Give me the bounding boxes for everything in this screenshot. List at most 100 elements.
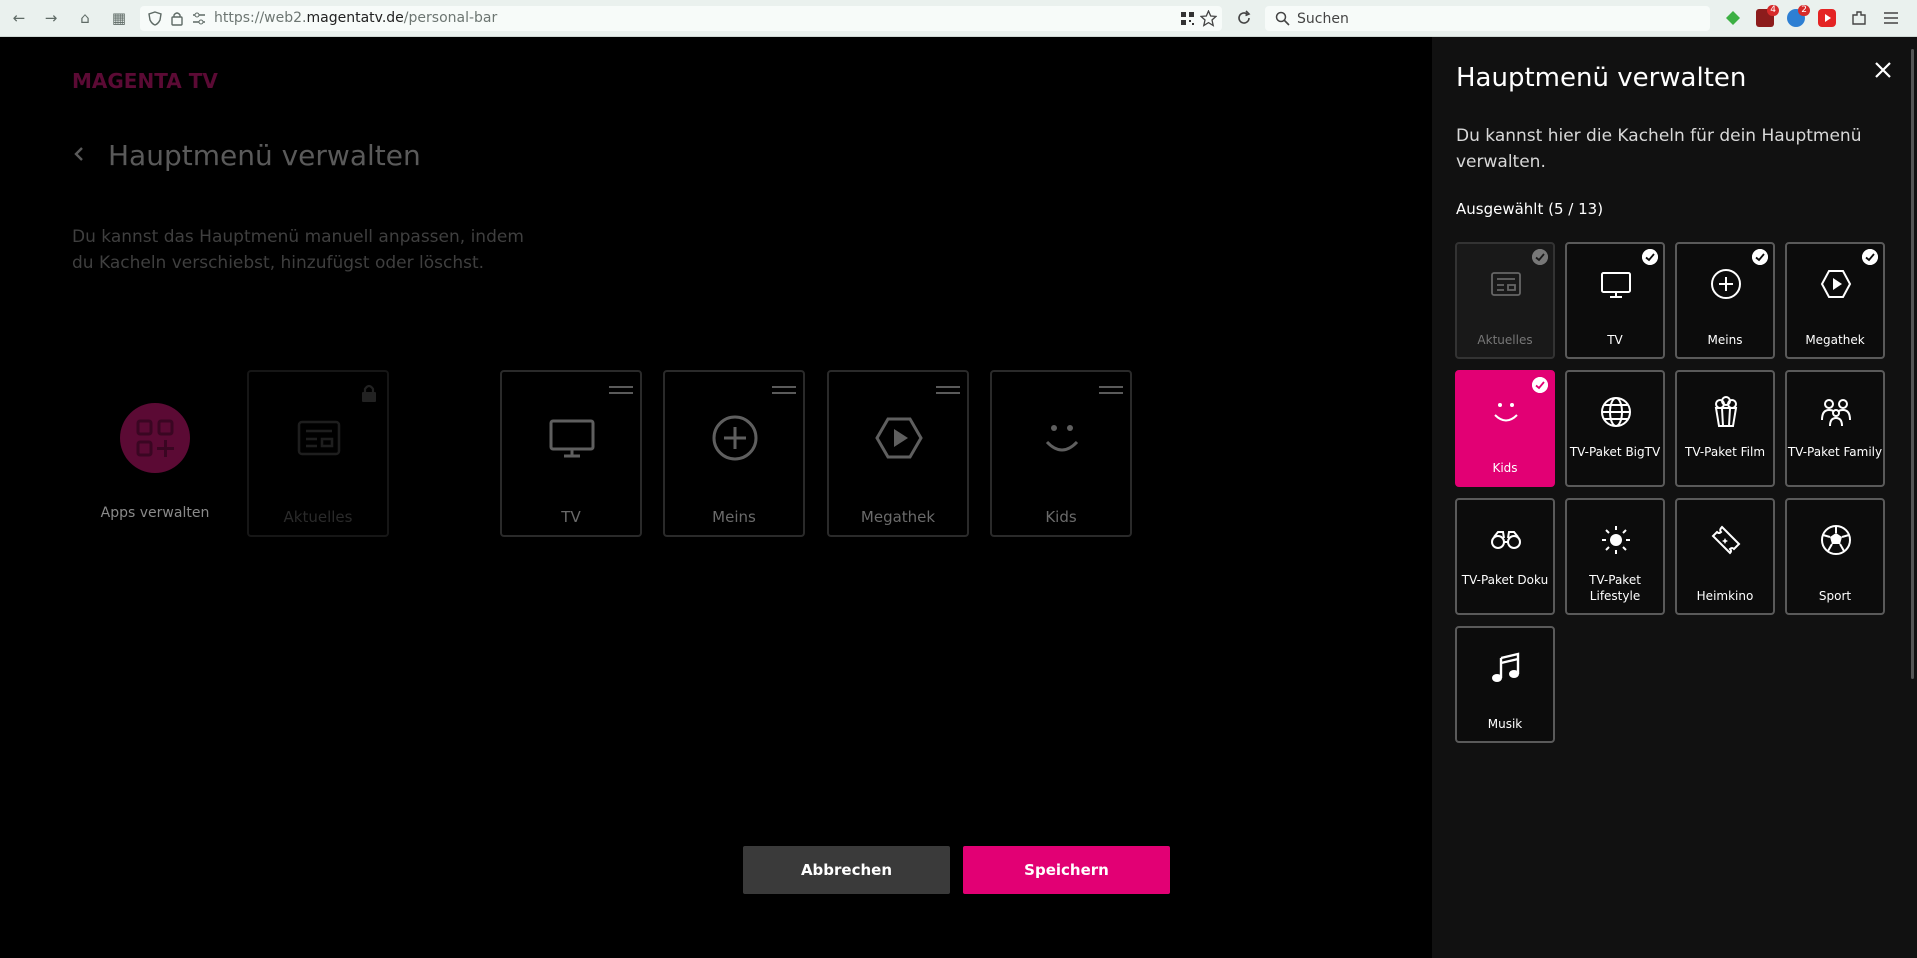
menu-tile-label: TV — [561, 508, 581, 526]
blue-extension-icon[interactable]: 2 — [1787, 5, 1810, 27]
tv-icon — [549, 419, 595, 458]
ublock-badge: 4 — [1767, 5, 1779, 16]
close-icon[interactable] — [1872, 59, 1894, 81]
tile-musik[interactable]: Musik — [1455, 626, 1555, 743]
drag-handle-icon[interactable] — [1099, 386, 1123, 394]
lock-icon — [171, 12, 183, 26]
drag-handle-icon[interactable] — [936, 386, 960, 394]
home-icon[interactable]: ⌂ — [74, 7, 96, 29]
drag-handle-icon[interactable] — [609, 386, 633, 394]
reload-icon[interactable] — [1236, 10, 1252, 26]
check-icon — [1862, 249, 1878, 265]
tile-label: Aktuelles — [1477, 333, 1533, 347]
plus-circle-icon — [712, 415, 758, 461]
tile-tv-paket-lifestyle[interactable]: TV-Paket Lifestyle — [1565, 498, 1665, 615]
check-icon — [1532, 249, 1548, 265]
back-arrow-icon[interactable] — [72, 147, 86, 161]
tile-tv-paket-family[interactable]: TV-Paket Family — [1785, 370, 1885, 487]
page-description: Du kannst das Hauptmenü manuell anpassen… — [72, 227, 524, 273]
tile-meins[interactable]: Meins — [1675, 242, 1775, 359]
plus-circle-icon — [1711, 269, 1741, 299]
play-hexagon-icon — [1820, 270, 1852, 298]
tv-icon — [1601, 272, 1631, 298]
permissions-icon[interactable] — [192, 12, 206, 25]
ublock-icon[interactable]: 4 — [1756, 5, 1779, 27]
main-page: MAGENTA TV Hauptmenü verwalten Du kannst… — [0, 37, 1432, 958]
panel-description: Du kannst hier die Kacheln für dein Haup… — [1456, 126, 1862, 172]
family-icon — [1821, 399, 1851, 427]
back-icon[interactable]: ← — [8, 7, 30, 29]
url-prefix: https://web2. — [214, 10, 307, 26]
menu-tile-megathek[interactable]: Megathek — [827, 370, 969, 537]
ticket-icon — [1711, 525, 1741, 555]
tile-label: TV — [1607, 333, 1623, 347]
cancel-button[interactable]: Abbrechen — [743, 846, 950, 894]
search-bar[interactable]: Suchen — [1265, 6, 1710, 31]
apps-manage-button[interactable] — [120, 403, 190, 473]
browser-toolbar: ← → ⌂ ▦ https://web2.magentatv.de/person… — [0, 0, 1917, 37]
menu-tile-aktuelles: Aktuelles — [247, 370, 389, 537]
tile-tv-paket-bigtv[interactable]: TV-Paket BigTV — [1565, 370, 1665, 487]
tile-aktuelles[interactable]: Aktuelles — [1455, 242, 1555, 359]
magenta-tv-logo[interactable]: MAGENTA TV — [72, 69, 218, 93]
tile-heimkino[interactable]: Heimkino — [1675, 498, 1775, 615]
tile-label: TV-Paket Family — [1787, 445, 1883, 459]
tile-tv-paket-film[interactable]: TV-Paket Film — [1675, 370, 1775, 487]
tile-label: TV-Paket Doku — [1461, 573, 1549, 587]
menu-tile-meins[interactable]: Meins — [663, 370, 805, 537]
menu-icon[interactable] — [1882, 9, 1900, 27]
tile-sport[interactable]: Sport — [1785, 498, 1885, 615]
save-button[interactable]: Speichern — [963, 846, 1170, 894]
smiley-icon — [1494, 403, 1518, 422]
tile-tv[interactable]: TV — [1565, 242, 1665, 359]
globe-icon — [1601, 397, 1631, 427]
search-placeholder: Suchen — [1297, 11, 1349, 27]
tile-tv-paket-doku[interactable]: TV-Paket Doku — [1455, 498, 1555, 615]
shield-icon — [148, 11, 162, 26]
tile-label: Kids — [1492, 461, 1518, 475]
url-text: https://web2.magentatv.de/personal-bar — [214, 10, 497, 26]
selected-count: Ausgewählt (5 / 13) — [1456, 200, 1604, 218]
menu-tile-tv[interactable]: TV — [500, 370, 642, 537]
drag-handle-icon[interactable] — [772, 386, 796, 394]
check-icon — [1532, 377, 1548, 393]
tile-megathek[interactable]: Megathek — [1785, 242, 1885, 359]
lock-icon — [362, 384, 376, 402]
check-icon — [1642, 249, 1658, 265]
popcorn-icon — [1714, 396, 1738, 427]
extension-badge: 2 — [1798, 5, 1810, 16]
tile-kids[interactable]: Kids — [1455, 370, 1555, 487]
menu-tile-label: Kids — [1045, 508, 1077, 526]
tile-label: Meins — [1707, 333, 1743, 347]
smiley-icon — [1045, 425, 1079, 452]
soccer-ball-icon — [1821, 525, 1851, 555]
tile-label: TV-Paket BigTV — [1569, 445, 1661, 459]
forward-icon[interactable]: → — [40, 7, 62, 29]
panel-scrollbar[interactable] — [1911, 49, 1914, 679]
play-hexagon-icon — [875, 417, 923, 459]
music-note-icon — [1492, 652, 1520, 682]
youtube-extension-icon[interactable] — [1818, 9, 1836, 27]
puzzle-extensions-icon[interactable] — [1850, 9, 1868, 27]
green-extension-icon[interactable] — [1724, 9, 1742, 27]
tile-label: Megathek — [1805, 333, 1865, 347]
news-icon — [297, 420, 341, 456]
menu-tile-kids[interactable]: Kids — [990, 370, 1132, 537]
tile-label: Heimkino — [1696, 589, 1754, 603]
panel-title: Hauptmenü verwalten — [1456, 63, 1747, 93]
url-domain: magentatv.de — [306, 10, 404, 26]
tile-label: TV-Paket Film — [1684, 445, 1766, 459]
check-icon — [1752, 249, 1768, 265]
tile-label: TV-Paket Lifestyle — [1589, 573, 1641, 603]
binoculars-icon — [1491, 531, 1521, 549]
extensions-icon[interactable]: ▦ — [108, 7, 130, 29]
menu-tile-label: Aktuelles — [283, 508, 353, 526]
qr-code-icon[interactable] — [1180, 11, 1195, 26]
menu-tile-label: Megathek — [860, 508, 936, 526]
apps-manage-label: Apps verwalten — [100, 505, 210, 521]
search-icon — [1275, 11, 1290, 26]
tile-label: Sport — [1818, 589, 1852, 603]
bookmark-star-icon[interactable] — [1200, 10, 1217, 27]
address-bar[interactable]: https://web2.magentatv.de/personal-bar — [140, 6, 1222, 31]
page-title: Hauptmenü verwalten — [108, 139, 421, 172]
